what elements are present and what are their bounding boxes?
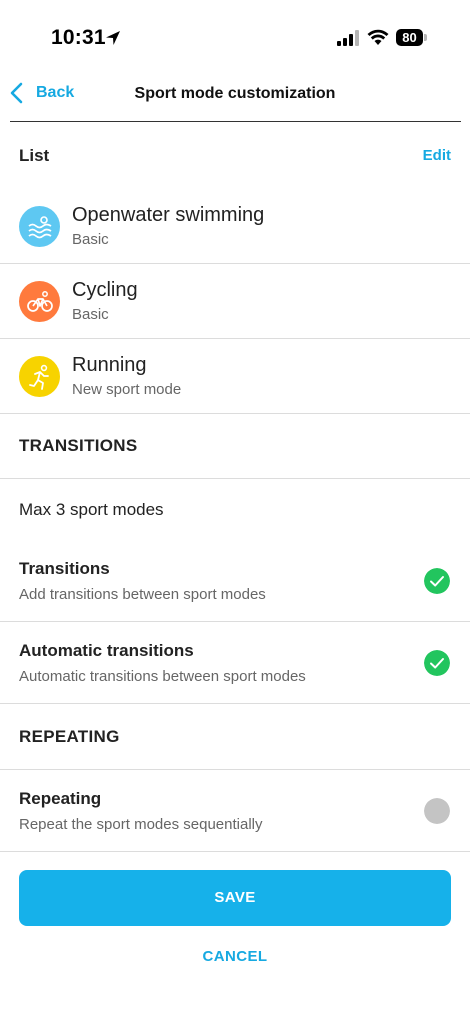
sport-name: Running — [72, 354, 147, 376]
battery-indicator: 80 — [396, 29, 428, 46]
battery-level: 80 — [396, 29, 423, 46]
cancel-button[interactable]: CANCEL — [0, 948, 470, 965]
toggle-subtitle: Automatic transitions between sport mode… — [19, 668, 306, 685]
wifi-icon — [367, 29, 389, 45]
toggle-title: Transitions — [19, 559, 110, 578]
automatic-transitions-toggle-row[interactable]: Automatic transitions Automatic transiti… — [0, 622, 470, 704]
toggle-title: Repeating — [19, 789, 102, 808]
toggle-title: Automatic transitions — [19, 641, 194, 660]
list-section-title: List — [19, 146, 50, 165]
repeating-toggle-row[interactable]: Repeating Repeat the sport modes sequent… — [0, 770, 470, 852]
sport-name: Openwater swimming — [72, 204, 265, 226]
repeating-section-header: REPEATING — [0, 704, 470, 770]
status-bar: 10:31 80 — [0, 0, 470, 70]
save-button[interactable]: SAVE — [19, 870, 451, 926]
status-time: 10:31 — [51, 26, 106, 49]
toggle-subtitle: Repeat the sport modes sequentially — [19, 816, 263, 833]
edit-button[interactable]: Edit — [423, 147, 451, 164]
unchecked-circle-icon[interactable] — [424, 798, 450, 824]
transitions-section-header: TRANSITIONS — [0, 413, 470, 479]
sport-row-openwater-swimming[interactable]: Openwater swimming Basic — [0, 189, 470, 264]
sport-subtitle: Basic — [72, 306, 109, 323]
running-icon — [19, 356, 60, 397]
swimming-icon — [19, 206, 60, 247]
nav-divider — [10, 121, 461, 122]
cycling-icon — [19, 281, 60, 322]
sport-subtitle: New sport mode — [72, 381, 182, 398]
check-circle-icon[interactable] — [424, 650, 450, 676]
section-header-label: REPEATING — [19, 727, 120, 746]
sport-row-running[interactable]: Running New sport mode — [0, 339, 470, 414]
battery-tip — [424, 34, 427, 41]
cellular-signal-icon — [337, 30, 359, 46]
toggle-subtitle: Add transitions between sport modes — [19, 586, 266, 603]
sport-subtitle: Basic — [72, 231, 109, 248]
transitions-toggle-row[interactable]: Transitions Add transitions between spor… — [0, 540, 470, 622]
section-header-label: TRANSITIONS — [19, 436, 138, 455]
page-title: Sport mode customization — [134, 85, 336, 102]
navigation-bar: Back Sport mode customization — [0, 70, 470, 122]
check-circle-icon[interactable] — [424, 568, 450, 594]
sport-name: Cycling — [72, 279, 138, 301]
max-sport-modes-note: Max 3 sport modes — [19, 500, 164, 519]
location-arrow-icon — [106, 31, 120, 45]
sport-row-cycling[interactable]: Cycling Basic — [0, 264, 470, 339]
